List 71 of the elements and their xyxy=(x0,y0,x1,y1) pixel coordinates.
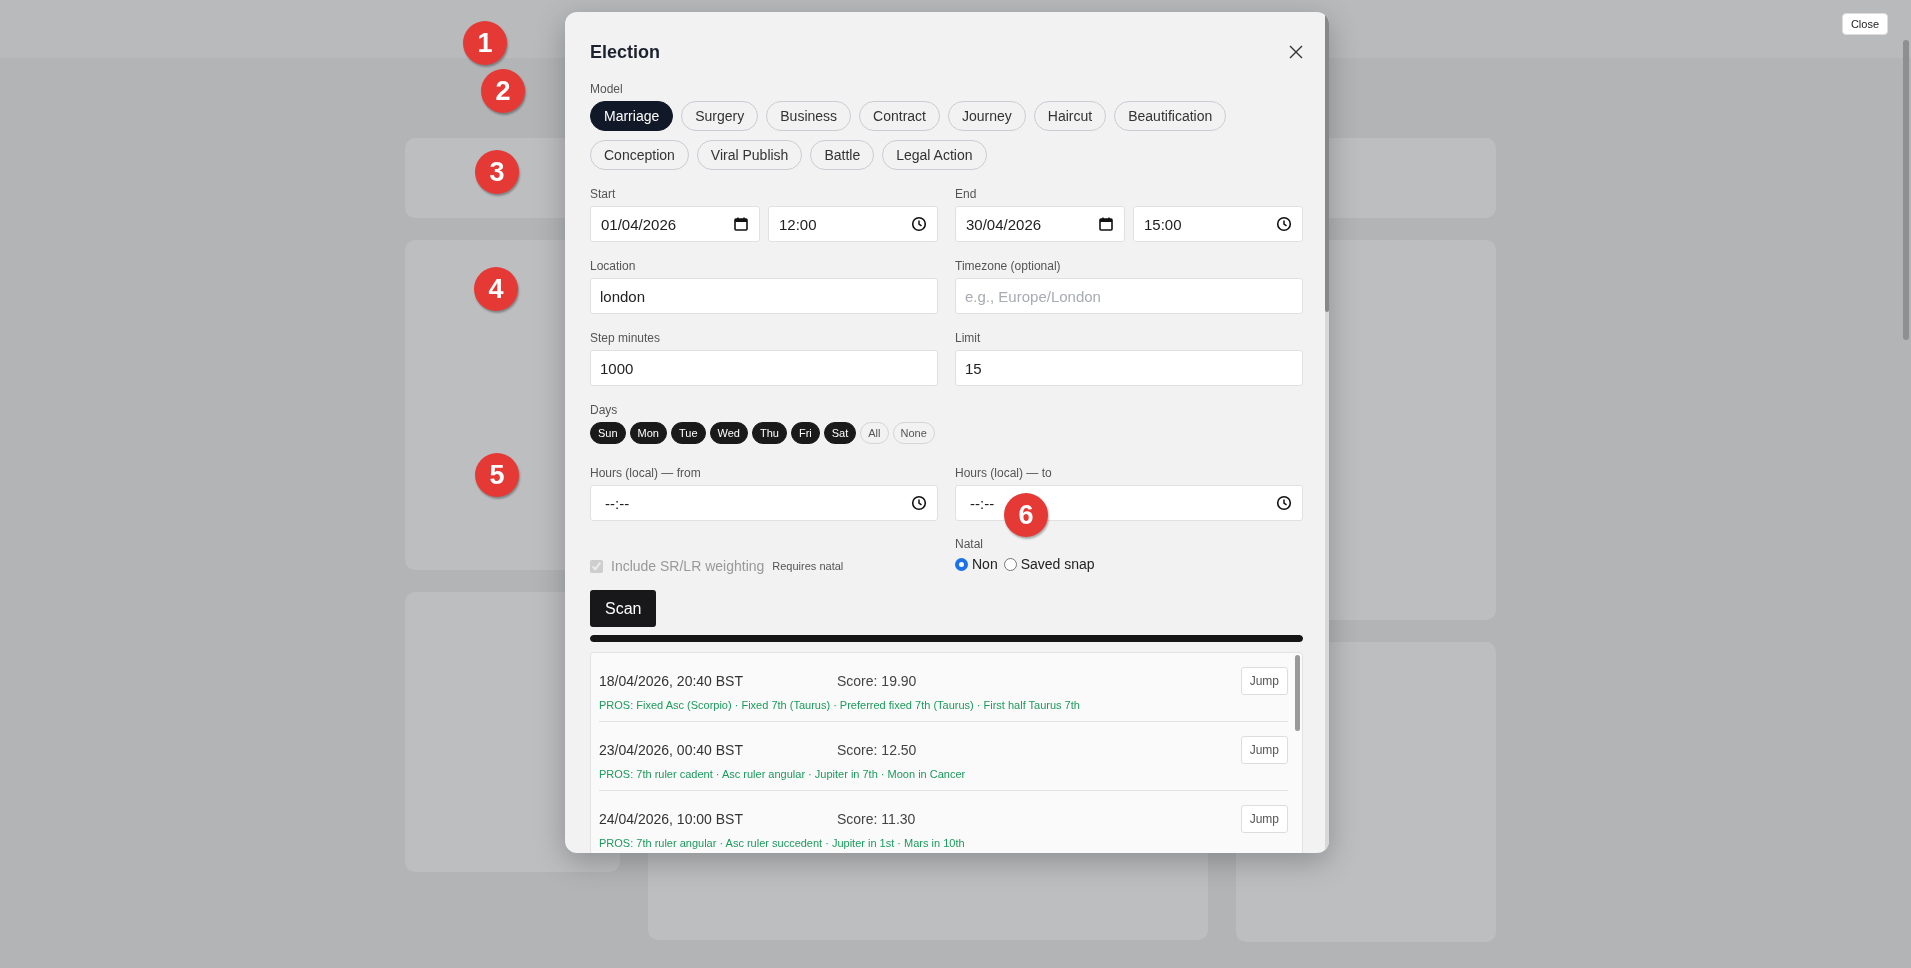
result-score: Score: 12.50 xyxy=(837,742,918,758)
limit-field[interactable]: 15 xyxy=(955,350,1303,386)
field-label: Model xyxy=(590,82,624,96)
field-label: Natal xyxy=(955,537,984,551)
close-button[interactable]: Close xyxy=(1841,13,1888,35)
day-chip[interactable]: Thu xyxy=(751,422,787,444)
day-chip[interactable]: Tue xyxy=(671,422,706,444)
result-pros: PROS: 7th ruler cadent · Asc ruler angular · Jupiter in 7th · Moon in Cancer xyxy=(599,768,967,780)
step-marker: 2 xyxy=(481,69,525,113)
timezone-field[interactable]: e.g., Europe/London xyxy=(955,278,1303,314)
jump-button[interactable]: Jump xyxy=(1240,667,1288,695)
time-field[interactable]: 12:00 xyxy=(768,206,938,242)
day-chip[interactable]: Sun xyxy=(590,422,626,444)
result-datetime: 24/04/2026, 10:00 BST xyxy=(599,811,744,827)
model-chip[interactable]: Journey xyxy=(948,101,1026,131)
field-label: Start xyxy=(590,187,617,201)
model-chip[interactable]: Haircut xyxy=(1033,101,1107,131)
day-chip[interactable]: Wed xyxy=(709,422,748,444)
day-chip[interactable]: Fri xyxy=(790,422,820,444)
date-field[interactable]: 30/04/2026 xyxy=(955,206,1125,242)
field-label: Hours (local) — to xyxy=(955,466,1053,480)
clock-icon[interactable] xyxy=(911,495,927,511)
radio-button[interactable] xyxy=(1003,557,1017,571)
field-label: Days xyxy=(590,403,619,417)
radio-label: Saved snap xyxy=(1020,556,1095,572)
field-label: Hours (local) — from xyxy=(590,466,702,480)
calendar-icon[interactable] xyxy=(733,216,749,232)
date-field[interactable]: 01/04/2026 xyxy=(590,206,760,242)
model-chip[interactable]: Conception xyxy=(590,140,689,170)
day-chip[interactable]: Mon xyxy=(629,422,667,444)
field-label: Limit xyxy=(955,331,982,345)
result-score: Score: 11.30 xyxy=(837,811,917,827)
model-chip[interactable]: Battle xyxy=(810,140,875,170)
model-chip[interactable]: Surgery xyxy=(681,101,759,131)
day-chip[interactable]: Sat xyxy=(823,422,857,444)
result-pros: PROS: 7th ruler angular · Asc ruler succedent · Jupiter in 1st · Mars in 10th xyxy=(599,837,966,849)
result-pros: PROS: Fixed Asc (Scorpio) · Fixed 7th (Taurus) · Preferred fixed 7th (Taurus) · First half Taurus 7th xyxy=(599,699,1081,711)
radio-label: Non xyxy=(972,556,998,572)
scan-button[interactable]: Scan xyxy=(590,590,657,627)
location-field[interactable]: london xyxy=(590,278,938,314)
model-chip[interactable]: Marriage xyxy=(590,101,674,131)
scrollbar-thumb[interactable] xyxy=(1295,655,1300,731)
jump-button[interactable]: Jump xyxy=(1240,805,1288,833)
radio-button[interactable] xyxy=(955,557,968,571)
scrollbar[interactable] xyxy=(1903,40,1909,340)
time-field[interactable]: --:-- xyxy=(590,485,938,521)
field-label: Step minutes xyxy=(590,331,662,345)
day-action-chip[interactable]: None xyxy=(892,422,935,444)
checkbox-label: Include SR/LR weighting xyxy=(611,558,765,574)
field-label: End xyxy=(955,187,978,201)
dialog-title: Election xyxy=(590,41,660,63)
field-label: Location xyxy=(590,259,637,273)
hint-text: Requires natal xyxy=(772,560,844,572)
calendar-icon[interactable] xyxy=(1098,216,1114,232)
time-field[interactable]: 15:00 xyxy=(1133,206,1303,242)
model-chip[interactable]: Business xyxy=(766,101,852,131)
clock-icon[interactable] xyxy=(1276,216,1292,232)
model-chip[interactable]: Contract xyxy=(859,101,940,131)
model-chip[interactable]: Viral Publish xyxy=(696,140,803,170)
model-chip[interactable]: Beautification xyxy=(1114,101,1227,131)
result-datetime: 18/04/2026, 20:40 BST xyxy=(599,673,744,689)
result-score: Score: 19.90 xyxy=(837,673,918,689)
model-chip[interactable]: Legal Action xyxy=(882,140,987,170)
step-minutes-field[interactable]: 1000 xyxy=(590,350,938,386)
close-icon[interactable] xyxy=(1289,45,1303,59)
field-label: Timezone (optional) xyxy=(955,259,1062,273)
day-action-chip[interactable]: All xyxy=(860,422,889,444)
clock-icon[interactable] xyxy=(1276,495,1292,511)
clock-icon[interactable] xyxy=(911,216,927,232)
result-datetime: 23/04/2026, 00:40 BST xyxy=(599,742,744,758)
jump-button[interactable]: Jump xyxy=(1240,736,1288,764)
